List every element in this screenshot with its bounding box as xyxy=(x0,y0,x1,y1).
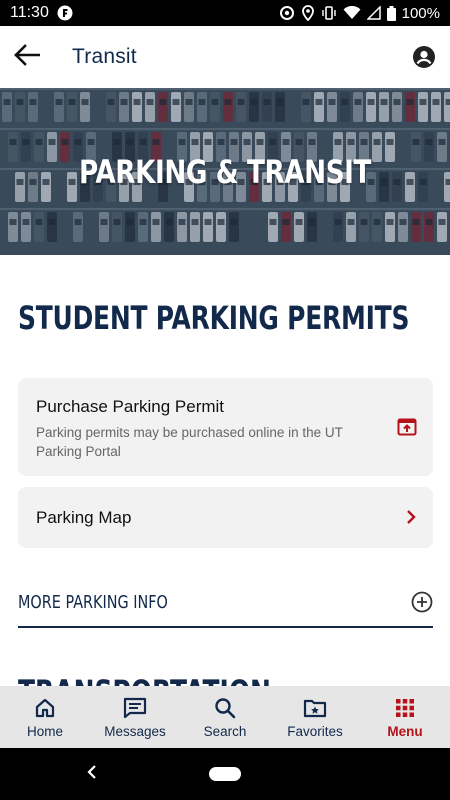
nav-messages-label: Messages xyxy=(104,723,166,739)
parking-map-card[interactable]: Parking Map xyxy=(18,487,433,548)
home-icon xyxy=(34,696,56,720)
grid-menu-icon xyxy=(395,696,415,720)
signal-icon xyxy=(366,6,381,20)
nav-favorites[interactable]: Favorites xyxy=(270,686,360,748)
purchase-permit-card[interactable]: Purchase Parking Permit Parking permits … xyxy=(18,378,433,476)
battery-icon xyxy=(386,5,396,21)
nav-home-label: Home xyxy=(26,723,63,739)
nav-home[interactable]: Home xyxy=(0,686,90,748)
transportation-section-title: TRANSPORTATION xyxy=(18,673,271,686)
expand-plus-icon[interactable] xyxy=(411,591,433,613)
messages-icon xyxy=(123,696,147,720)
card-title: Parking Map xyxy=(36,508,132,527)
account-icon[interactable] xyxy=(412,45,436,69)
nav-favorites-label: Favorites xyxy=(287,723,343,739)
page-title: Transit xyxy=(72,45,137,68)
content-area: STUDENT PARKING PERMITS Purchase Parking… xyxy=(0,255,450,686)
status-time: 11:30 xyxy=(10,4,49,21)
search-icon xyxy=(214,696,236,720)
more-parking-info-toggle[interactable]: MORE PARKING INFO xyxy=(18,584,433,628)
bottom-navigation: Home Messages Search Favorites Menu xyxy=(0,686,450,748)
nav-messages[interactable]: Messages xyxy=(90,686,180,748)
nav-menu[interactable]: Menu xyxy=(360,686,450,748)
battery-percent: 100% xyxy=(401,4,440,22)
system-home-pill[interactable] xyxy=(209,767,241,781)
wifi-icon xyxy=(343,6,361,20)
nav-menu-label: Menu xyxy=(387,723,423,739)
sync-icon xyxy=(279,5,295,21)
card-description: Parking permits may be purchased online … xyxy=(36,425,343,459)
open-in-new-icon xyxy=(397,418,417,436)
hero-title: PARKING & TRANSIT xyxy=(78,152,372,191)
more-parking-info-label: MORE PARKING INFO xyxy=(18,591,168,613)
system-back-icon[interactable] xyxy=(86,764,98,785)
app-notification-icon xyxy=(57,5,73,21)
favorites-folder-icon xyxy=(303,696,327,720)
vibrate-icon xyxy=(321,5,337,21)
hero-banner: PARKING & TRANSIT xyxy=(0,88,450,255)
back-arrow-icon[interactable] xyxy=(14,43,41,71)
chevron-right-icon xyxy=(405,509,417,525)
app-bar: Transit xyxy=(0,26,450,88)
card-title: Purchase Parking Permit xyxy=(36,397,225,416)
location-icon xyxy=(301,5,315,21)
system-navigation-bar xyxy=(0,748,450,800)
nav-search-label: Search xyxy=(203,723,247,739)
nav-search[interactable]: Search xyxy=(180,686,270,748)
section-title: STUDENT PARKING PERMITS xyxy=(18,299,410,337)
status-bar: 11:30 100% xyxy=(0,0,450,26)
